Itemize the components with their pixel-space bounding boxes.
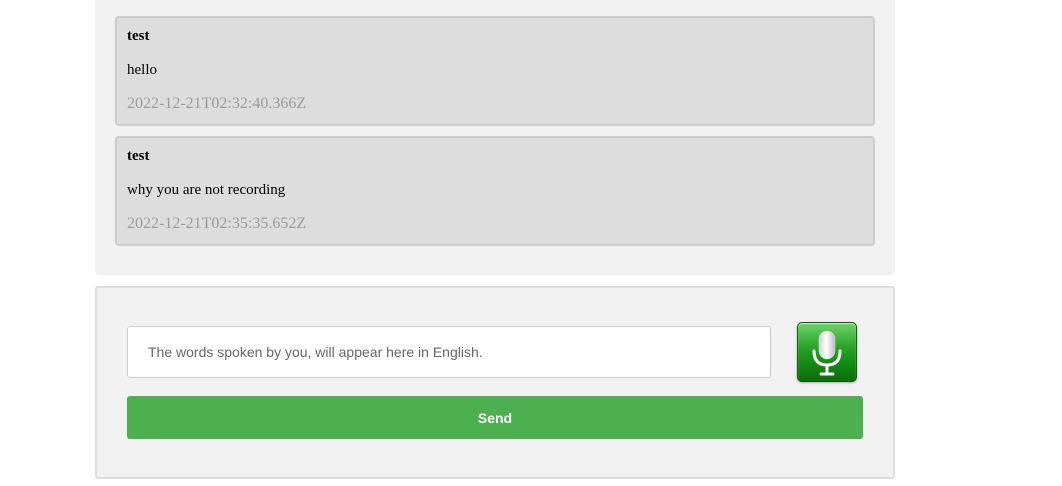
message-timestamp: 2022-12-21T02:35:35.652Z [127, 215, 307, 232]
message-card: test hello 2022-12-21T02:32:40.366Z [115, 16, 875, 126]
message-composer-panel: Send [95, 286, 895, 479]
message-text: why you are not recording [127, 182, 286, 198]
chat-history-panel: test hello 2022-12-21T02:32:40.366Z test… [95, 0, 895, 275]
microphone-icon [812, 330, 842, 376]
message-card: test why you are not recording 2022-12-2… [115, 136, 875, 246]
message-timestamp: 2022-12-21T02:32:40.366Z [127, 95, 307, 112]
message-text: hello [127, 62, 157, 78]
message-username: test [127, 148, 150, 164]
message-username: test [127, 28, 150, 44]
send-button[interactable]: Send [127, 396, 863, 439]
microphone-button[interactable] [797, 322, 857, 382]
speech-transcript-input[interactable] [127, 326, 771, 378]
